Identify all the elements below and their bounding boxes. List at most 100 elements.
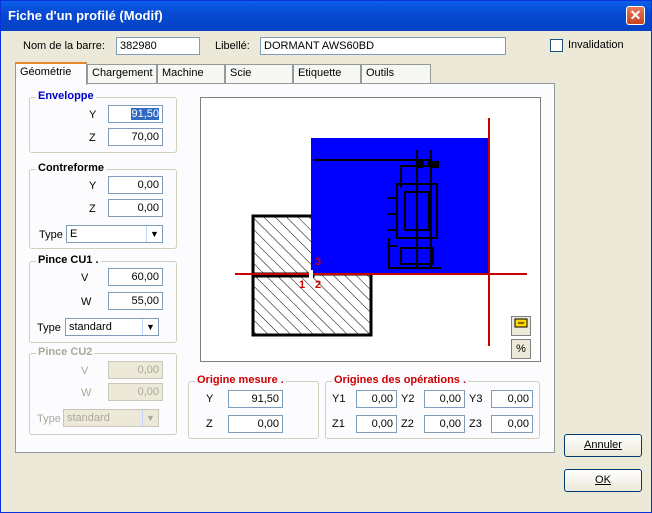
tab-machine[interactable]: Machine [157, 64, 225, 83]
op-z3-label: Z3 [469, 418, 482, 430]
op-z1-input[interactable]: 0,00 [356, 415, 397, 433]
contreforme-title: Contreforme [36, 162, 107, 174]
tab-label: Outils [366, 67, 395, 79]
origine-y-value: 91,50 [251, 393, 279, 405]
op-z2-label: Z2 [401, 418, 414, 430]
pince-cu1-w-value: 55,00 [131, 295, 159, 307]
op-z2-input[interactable]: 0,00 [424, 415, 465, 433]
tab-label: Machine [162, 67, 204, 79]
tab-label: Géométrie [20, 66, 72, 78]
chevron-down-icon[interactable]: ▼ [146, 226, 162, 242]
annuler-label: Annuler [584, 439, 622, 451]
pince-cu2-v-label: V [81, 365, 89, 377]
op-y2-value: 0,00 [439, 393, 461, 405]
contreforme-type-value: E [70, 228, 78, 240]
tab-chargement[interactable]: Chargement [87, 64, 157, 83]
contreforme-y-input[interactable]: 0,00 [108, 176, 163, 194]
libelle-value: DORMANT AWS60BD [264, 40, 375, 52]
pince-cu1-w-label: W [81, 296, 92, 308]
pince-cu2-w-label: W [81, 387, 92, 399]
contreforme-z-value: 0,00 [137, 202, 159, 214]
op-z1-label: Z1 [332, 418, 345, 430]
title-bar[interactable]: Fiche d'un profilé (Modif) ✕ [1, 1, 651, 31]
invalidation-checkbox[interactable] [550, 39, 563, 52]
contreforme-z-input[interactable]: 0,00 [108, 199, 163, 217]
dialog-window: Fiche d'un profilé (Modif) ✕ Nom de la b… [0, 0, 652, 513]
ok-button[interactable]: OK [564, 469, 642, 492]
profile-marker [432, 161, 439, 168]
origine-y-label: Y [206, 393, 214, 405]
pince-cu1-v-input[interactable]: 60,00 [108, 268, 163, 286]
close-button[interactable]: ✕ [626, 6, 645, 25]
invalidation-label: Invalidation [568, 39, 624, 51]
contreforme-y-label: Y [89, 180, 97, 192]
origines-operations-title: Origines des opérations . [332, 374, 469, 386]
pince-cu1-v-label: V [81, 272, 89, 284]
op-z3-value: 0,00 [507, 418, 529, 430]
tab-label: Chargement [92, 67, 153, 79]
tab-outils[interactable]: Outils [361, 64, 431, 83]
close-icon: ✕ [629, 7, 642, 23]
libelle-label: Libellé: [215, 40, 250, 52]
tab-label: Scie [230, 67, 252, 79]
op-y1-label: Y1 [332, 393, 346, 405]
op-z1-value: 0,00 [371, 418, 393, 430]
contreforme-z-label: Z [89, 203, 96, 215]
contreforme-upper-hatch [251, 214, 315, 278]
op-y1-value: 0,00 [371, 393, 393, 405]
enveloppe-y-value: 91,50 [131, 108, 159, 120]
libelle-input[interactable]: DORMANT AWS60BD [260, 37, 506, 55]
pince-cu2-w-value: 0,00 [137, 386, 159, 398]
pince-cu1-v-value: 60,00 [131, 271, 159, 283]
profile-drawing[interactable]: 1 2 3 [200, 97, 541, 362]
point-label-2: 2 [315, 279, 321, 291]
pince-cu2-type-value: standard [67, 412, 110, 424]
pince-cu1-w-input[interactable]: 55,00 [108, 292, 163, 310]
point-label-1: 1 [299, 279, 305, 291]
pince-cu1-type-value: standard [69, 321, 112, 333]
op-z2-value: 0,00 [439, 418, 461, 430]
origine-z-value: 0,00 [257, 418, 279, 430]
zoom-button[interactable] [511, 316, 531, 336]
nom-barre-input[interactable]: 382980 [116, 37, 200, 55]
pince-cu2-type-label: Type [37, 413, 61, 425]
origine-y-input[interactable]: 91,50 [228, 390, 283, 408]
contreforme-type-label: Type [39, 229, 63, 241]
origine-z-label: Z [206, 418, 213, 430]
enveloppe-z-input[interactable]: 70,00 [108, 128, 163, 146]
contreforme-y-value: 0,00 [137, 179, 159, 191]
enveloppe-y-input[interactable]: 91,50 [108, 105, 163, 123]
tab-geometrie[interactable]: Géométrie [15, 62, 87, 85]
tab-etiquette[interactable]: Etiquette [293, 64, 361, 83]
enveloppe-z-label: Z [89, 132, 96, 144]
enveloppe-y-label: Y [89, 109, 97, 121]
percent-label: % [516, 343, 526, 355]
op-y3-value: 0,00 [507, 393, 529, 405]
contreforme-lower-hatch [251, 272, 373, 337]
op-y2-input[interactable]: 0,00 [424, 390, 465, 408]
op-y3-input[interactable]: 0,00 [491, 390, 533, 408]
percent-button[interactable]: % [511, 339, 531, 359]
origine-mesure-title: Origine mesure . [195, 374, 286, 386]
origin-marker [309, 270, 313, 278]
ok-label: OK [595, 474, 611, 486]
point-label-3: 3 [315, 256, 321, 268]
nom-barre-label: Nom de la barre: [23, 40, 105, 52]
zoom-icon [514, 318, 528, 328]
tab-scie[interactable]: Scie [225, 64, 293, 83]
pince-cu1-type-label: Type [37, 322, 61, 334]
origine-z-input[interactable]: 0,00 [228, 415, 283, 433]
pince-cu2-v-input: 0,00 [108, 361, 163, 379]
pince-cu1-type-select[interactable]: standard ▼ [65, 318, 159, 336]
pince-cu2-v-value: 0,00 [137, 364, 159, 376]
annuler-button[interactable]: Annuler [564, 434, 642, 457]
tab-label: Etiquette [298, 67, 342, 79]
pince-cu2-type-select: standard ▼ [63, 409, 159, 427]
op-y3-label: Y3 [469, 393, 483, 405]
op-y1-input[interactable]: 0,00 [356, 390, 397, 408]
contreforme-type-select[interactable]: E ▼ [66, 225, 163, 243]
tab-strip: Géométrie Chargement Machine Scie Etique… [15, 62, 555, 85]
op-z3-input[interactable]: 0,00 [491, 415, 533, 433]
chevron-down-icon[interactable]: ▼ [142, 319, 158, 335]
enveloppe-title: Enveloppe [36, 90, 96, 102]
